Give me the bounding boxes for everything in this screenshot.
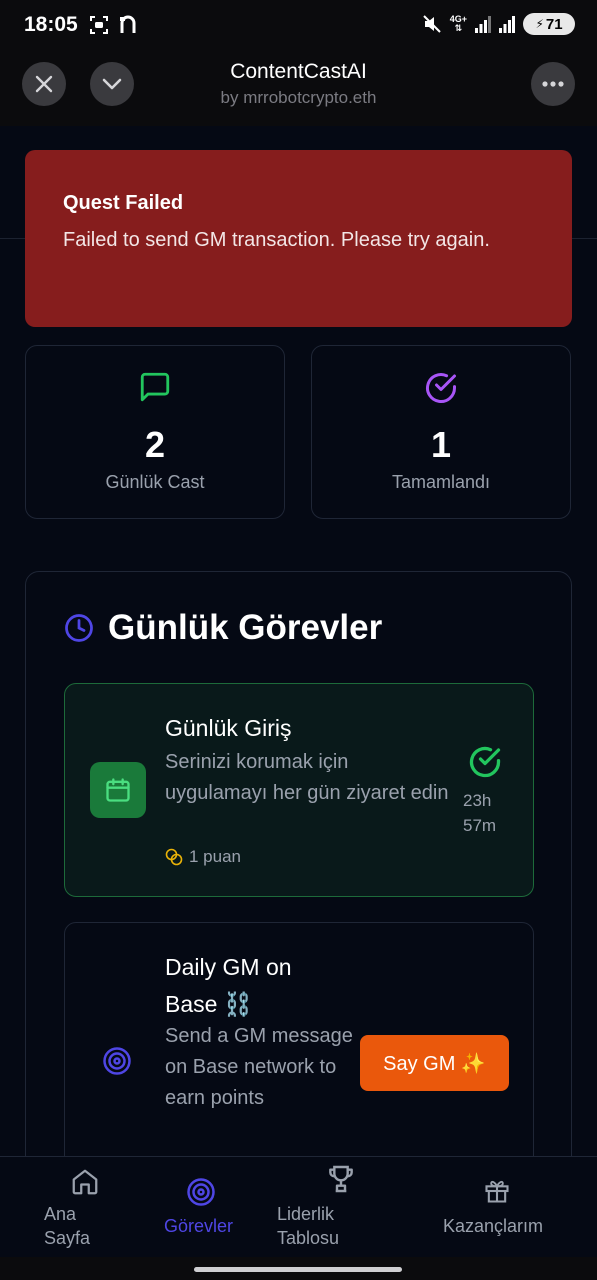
task-description: Send a GM message on Base network to ear… bbox=[165, 1025, 353, 1109]
section-title: Günlük Görevler bbox=[108, 608, 383, 647]
daily-tasks-header: Günlük Görevler bbox=[64, 608, 382, 648]
nav-item-home[interactable]: Ana Sayfa bbox=[30, 1157, 140, 1258]
more-icon bbox=[542, 81, 564, 87]
status-time: 18:05 bbox=[24, 13, 78, 36]
mini-app-header: ContentCastAI by mrrobotcrypto.eth bbox=[0, 54, 597, 126]
time-remaining: 23h 57m bbox=[463, 791, 497, 835]
check-circle-icon bbox=[469, 746, 501, 778]
status-icons-right: 4G+ ⇅ ⚡ 71 bbox=[422, 13, 575, 35]
data-arrows-icon: ⇅ bbox=[454, 23, 463, 33]
bottom-nav: Ana Sayfa Görevler Liderlik Tablosu Kaza… bbox=[0, 1156, 597, 1258]
task-title: Daily GM on Base ⛓️ bbox=[165, 954, 292, 1017]
charging-icon: ⚡ bbox=[535, 17, 544, 31]
nav-item-tasks[interactable]: Görevler bbox=[150, 1157, 260, 1258]
app-author: by mrrobotcrypto.eth bbox=[220, 88, 377, 107]
mute-icon bbox=[423, 15, 441, 33]
signal-icon bbox=[475, 16, 491, 33]
home-icon bbox=[72, 1169, 98, 1195]
daily-tasks-card: Günlük Görevler Günlük Giriş Serinizi ko… bbox=[25, 571, 572, 1156]
target-icon bbox=[103, 1047, 131, 1075]
main-content: Quest Failed Failed to send GM transacti… bbox=[0, 126, 597, 1156]
network-type: 4G+ ⇅ bbox=[450, 15, 467, 33]
more-options-button[interactable] bbox=[531, 62, 575, 106]
target-icon bbox=[187, 1178, 215, 1206]
message-icon bbox=[140, 372, 170, 402]
stat-value: 1 bbox=[430, 424, 452, 465]
status-bar: 18:05 4G+ ⇅ ⚡ 71 bbox=[0, 0, 597, 54]
calendar-icon bbox=[106, 778, 130, 802]
task-daily-gm: Daily GM on Base ⛓️ Send a GM message on… bbox=[64, 922, 534, 1156]
nav-item-earnings[interactable]: Kazançlarım bbox=[435, 1157, 565, 1258]
clock-icon bbox=[65, 614, 93, 642]
say-gm-button[interactable]: Say GM ✨ bbox=[360, 1035, 509, 1091]
screenshot-icon bbox=[90, 16, 108, 34]
task-description: Serinizi korumak için uygulamayı her gün… bbox=[165, 751, 449, 804]
app-title: ContentCastAI bbox=[230, 60, 367, 83]
coins-icon bbox=[165, 848, 183, 866]
home-indicator[interactable] bbox=[194, 1267, 402, 1272]
battery-level: 71 bbox=[545, 15, 563, 33]
task-icon-box bbox=[90, 762, 146, 818]
error-toast[interactable]: Quest Failed Failed to send GM transacti… bbox=[25, 150, 572, 327]
battery-indicator: ⚡ 71 bbox=[523, 13, 575, 35]
gesture-bar bbox=[0, 1257, 597, 1280]
nav-label: Görevler bbox=[164, 1216, 234, 1236]
status-icons-left bbox=[89, 15, 137, 35]
nav-item-leaderboard[interactable]: Liderlik Tablosu bbox=[270, 1157, 410, 1258]
nav-label: Kazançlarım bbox=[443, 1216, 544, 1236]
stat-card-casts: 2 Günlük Cast bbox=[25, 345, 285, 519]
toast-title: Quest Failed bbox=[63, 192, 184, 214]
task-title: Günlük Giriş bbox=[165, 715, 292, 741]
points-label: 1 puan bbox=[189, 847, 241, 866]
signal-icon-2 bbox=[499, 16, 515, 33]
stat-label: Tamamlandı bbox=[391, 472, 491, 492]
gift-icon bbox=[485, 1180, 509, 1203]
stat-label: Günlük Cast bbox=[105, 472, 205, 492]
stat-card-completed: 1 Tamamlandı bbox=[311, 345, 571, 519]
check-circle-icon bbox=[426, 373, 456, 403]
toast-message: Failed to send GM transaction. Please tr… bbox=[63, 229, 490, 251]
app-notification-icon bbox=[120, 15, 136, 33]
task-daily-login[interactable]: Günlük Giriş Serinizi korumak için uygul… bbox=[64, 683, 534, 897]
task-points: 1 puan bbox=[165, 847, 241, 867]
nav-label: Ana Sayfa bbox=[44, 1204, 91, 1248]
stat-value: 2 bbox=[144, 424, 166, 465]
trophy-icon bbox=[329, 1165, 353, 1193]
nav-label: Liderlik Tablosu bbox=[277, 1204, 340, 1248]
